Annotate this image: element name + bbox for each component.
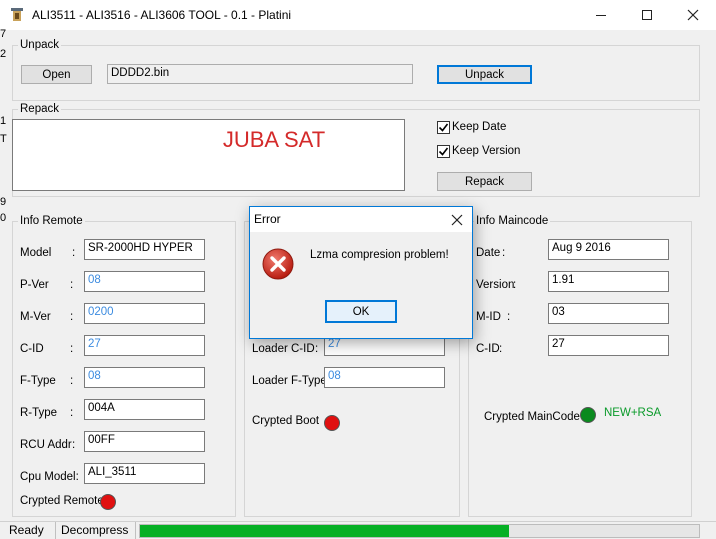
version-field[interactable]: 1.91 xyxy=(548,271,669,292)
c-id-colon: : xyxy=(70,343,74,355)
date-field[interactable]: Aug 9 2016 xyxy=(548,239,669,260)
loader-f-type-label: Loader F-Type: xyxy=(252,375,330,387)
edge-char: T xyxy=(0,133,7,145)
error-icon xyxy=(262,248,294,280)
ok-button[interactable]: OK xyxy=(325,300,397,323)
crypted-boot-label: Crypted Boot xyxy=(252,415,320,427)
edge-char: 7 xyxy=(0,28,7,40)
cpu-model-label: Cpu Model: xyxy=(20,471,79,483)
dialog-title-bar xyxy=(250,207,472,232)
window-title: ALI3511 - ALI3516 - ALI3606 TOOL - 0.1 -… xyxy=(32,8,292,22)
dialog-body: Lzma compresion problem! OK xyxy=(250,232,472,338)
model-colon: : xyxy=(72,247,76,259)
m-ver-field[interactable]: 0200 xyxy=(84,303,205,324)
p-ver-label: P-Ver xyxy=(20,279,49,291)
mc-c-id-field[interactable]: 27 xyxy=(548,335,669,356)
model-label: Model xyxy=(20,247,52,259)
status-action: Decompress xyxy=(56,522,136,539)
error-dialog: Error Lzma compresion problem! OK xyxy=(249,206,473,339)
progress-bar xyxy=(139,524,700,538)
cpu-model-field[interactable]: ALI_3511 xyxy=(84,463,205,484)
f-type-field[interactable]: 08 xyxy=(84,367,205,388)
f-type-colon: : xyxy=(70,375,74,387)
version-label: Version xyxy=(476,279,515,291)
mc-c-id-colon: : xyxy=(499,343,503,355)
date-colon: : xyxy=(502,247,506,259)
m-ver-label: M-Ver xyxy=(20,311,51,323)
unpack-file-field[interactable]: DDDD2.bin xyxy=(107,64,413,84)
keep-date-checkbox[interactable] xyxy=(437,121,450,134)
m-ver-colon: : xyxy=(70,311,74,323)
rcu-addr-field[interactable]: 00FF xyxy=(84,431,205,452)
crypted-remote-label: Crypted Remote xyxy=(20,495,104,507)
minimize-icon xyxy=(596,15,606,16)
dialog-title: Error xyxy=(254,212,281,226)
m-id-field[interactable]: 03 xyxy=(548,303,669,324)
edge-char: 1 xyxy=(0,115,7,127)
maximize-button[interactable] xyxy=(624,0,670,30)
signature-label: NEW+RSA xyxy=(604,407,662,419)
progress-fill xyxy=(140,525,509,537)
crypted-maincode-indicator xyxy=(580,407,596,423)
app-icon xyxy=(11,8,23,21)
dialog-message: Lzma compresion problem! xyxy=(310,249,449,261)
repack-group-label: Repack xyxy=(18,103,61,115)
p-ver-colon: : xyxy=(70,279,74,291)
open-button[interactable]: Open xyxy=(21,65,92,84)
dialog-close-button[interactable] xyxy=(446,209,468,231)
edge-char: 0 xyxy=(0,212,7,224)
minimize-button[interactable] xyxy=(578,0,624,30)
unpack-button[interactable]: Unpack xyxy=(437,65,532,84)
checkmark-icon xyxy=(438,123,449,132)
rcu-addr-colon: : xyxy=(72,439,76,451)
r-type-field[interactable]: 004A xyxy=(84,399,205,420)
keep-version-checkbox[interactable] xyxy=(437,145,450,158)
f-type-label: F-Type xyxy=(20,375,56,387)
close-button[interactable] xyxy=(670,0,716,30)
rcu-addr-label: RCU Addr xyxy=(20,439,72,451)
edge-char: 9 xyxy=(0,196,7,208)
repack-button[interactable]: Repack xyxy=(437,172,532,191)
date-label: Date xyxy=(476,247,501,259)
loader-c-id-label: Loader C-ID xyxy=(252,343,315,355)
model-field[interactable]: SR-2000HD HYPER xyxy=(84,239,205,260)
loader-c-id-colon: : xyxy=(315,343,319,355)
m-id-colon: : xyxy=(507,311,511,323)
keep-date-label: Keep Date xyxy=(452,121,507,133)
status-state: Ready xyxy=(4,522,56,539)
close-icon xyxy=(687,9,699,21)
mc-c-id-label: C-ID xyxy=(476,343,500,355)
r-type-colon: : xyxy=(70,407,74,419)
loader-f-type-field[interactable]: 08 xyxy=(324,367,445,388)
checkmark-icon xyxy=(438,147,449,156)
c-id-field[interactable]: 27 xyxy=(84,335,205,356)
info-maincode-group-label: Info Maincode xyxy=(474,215,551,227)
keep-version-label: Keep Version xyxy=(452,145,521,157)
version-colon: : xyxy=(513,279,517,291)
info-maincode-group xyxy=(468,221,692,517)
crypted-remote-indicator xyxy=(100,494,116,510)
r-type-label: R-Type xyxy=(20,407,58,419)
info-remote-group-label: Info Remote xyxy=(18,215,85,227)
p-ver-field[interactable]: 08 xyxy=(84,271,205,292)
crypted-boot-indicator xyxy=(324,415,340,431)
unpack-group-label: Unpack xyxy=(18,39,61,51)
close-icon xyxy=(451,214,463,226)
edge-char: 2 xyxy=(0,48,7,60)
m-id-label: M-ID xyxy=(476,311,501,323)
c-id-label: C-ID xyxy=(20,343,44,355)
crypted-maincode-label: Crypted MainCode xyxy=(484,411,580,423)
maximize-icon xyxy=(642,10,652,20)
